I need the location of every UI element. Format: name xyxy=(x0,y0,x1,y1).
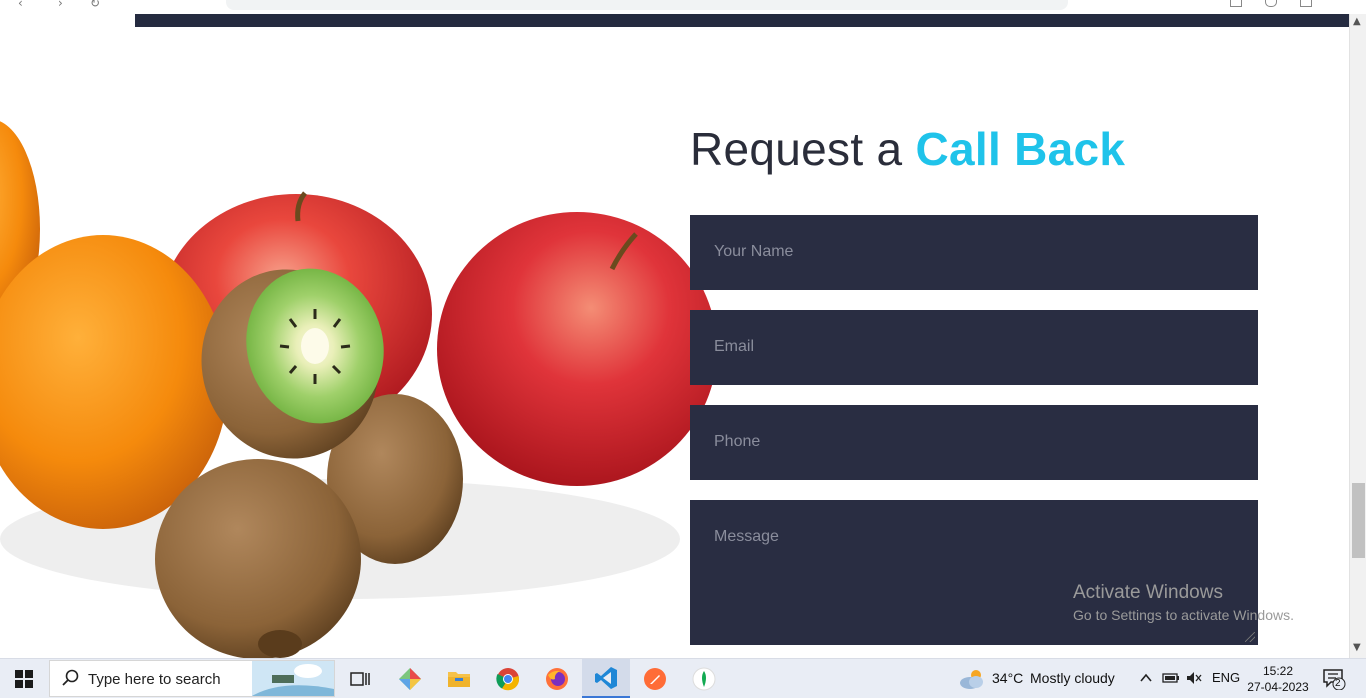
scroll-up-icon[interactable]: ▲ xyxy=(1353,16,1361,27)
file-explorer-icon xyxy=(448,671,470,687)
scrollbar-thumb[interactable] xyxy=(1352,483,1365,558)
name-placeholder: Your Name xyxy=(714,243,794,260)
task-view-icon xyxy=(350,671,370,686)
menu-icon[interactable] xyxy=(1300,0,1312,7)
notification-center-button[interactable]: 2 xyxy=(1322,668,1346,694)
battery-icon[interactable] xyxy=(1162,672,1180,684)
start-button[interactable] xyxy=(0,659,48,698)
message-textarea[interactable]: Message xyxy=(690,500,1258,645)
title-plain: Request a xyxy=(690,123,916,175)
search-highlight-icon xyxy=(252,661,334,696)
language-indicator[interactable]: ENG xyxy=(1212,670,1240,685)
notification-icon xyxy=(1323,669,1346,691)
weather-temperature[interactable]: 34°C xyxy=(992,670,1023,686)
phone-placeholder: Phone xyxy=(714,433,761,450)
clock-time: 15:22 xyxy=(1262,664,1294,678)
activate-windows-watermark: Activate Windows Go to Settings to activ… xyxy=(1073,582,1294,623)
profile-icon[interactable] xyxy=(1265,0,1277,7)
chevron-up-icon[interactable] xyxy=(1140,673,1152,683)
reload-icon[interactable]: ↻ xyxy=(90,0,100,10)
address-bar[interactable] xyxy=(226,0,1068,10)
back-icon[interactable]: ‹ xyxy=(18,0,23,10)
title-accent: Call Back xyxy=(915,123,1126,175)
vertical-scrollbar[interactable]: ▲ ▼ xyxy=(1349,14,1366,658)
clock[interactable]: 15:22 27-04-2023 xyxy=(1244,663,1312,695)
page-title: Request a Call Back xyxy=(690,122,1125,176)
phone-input[interactable]: Phone xyxy=(690,405,1258,480)
weather-cloud-icon xyxy=(960,670,983,689)
header-band xyxy=(135,14,1349,27)
taskbar-postman[interactable] xyxy=(631,659,679,698)
notification-count: 2 xyxy=(1335,678,1341,689)
watermark-subtitle: Go to Settings to activate Windows. xyxy=(1073,607,1294,623)
clock-date: 27-04-2023 xyxy=(1247,680,1309,694)
forward-icon[interactable]: › xyxy=(58,0,63,10)
search-icon xyxy=(62,669,79,686)
git-icon xyxy=(399,667,421,690)
mongodb-compass-icon xyxy=(692,667,716,690)
taskbar-chrome[interactable] xyxy=(484,659,532,698)
taskbar-search[interactable]: Type here to search xyxy=(49,660,335,697)
volume-muted-icon[interactable] xyxy=(1186,671,1202,685)
scroll-down-icon[interactable]: ▼ xyxy=(1353,642,1361,653)
email-placeholder: Email xyxy=(714,338,755,355)
name-input[interactable]: Your Name xyxy=(690,215,1258,290)
taskbar-vscode[interactable] xyxy=(582,659,630,698)
weather-description[interactable]: Mostly cloudy xyxy=(1030,670,1115,686)
resize-handle-icon[interactable] xyxy=(1245,632,1255,642)
browser-toolbar: ‹ › ↻ xyxy=(0,0,1366,15)
fruit-image xyxy=(0,121,717,658)
search-placeholder: Type here to search xyxy=(88,671,221,688)
taskbar-file-explorer[interactable] xyxy=(435,659,483,698)
page-content: Request a Call Back Your Name Email Phon… xyxy=(0,14,1349,658)
chrome-icon xyxy=(496,667,520,690)
firefox-icon xyxy=(546,667,568,690)
extension-icon[interactable] xyxy=(1230,0,1242,7)
taskbar-firefox[interactable] xyxy=(533,659,581,698)
taskbar-task-view[interactable] xyxy=(336,659,384,698)
taskbar-git[interactable] xyxy=(386,659,434,698)
message-placeholder: Message xyxy=(714,528,779,545)
taskbar-mongodb-compass[interactable] xyxy=(680,659,728,698)
taskbar: Type here to search 34°C Mostly cloudy E… xyxy=(0,658,1366,698)
windows-icon xyxy=(15,669,33,688)
postman-icon xyxy=(644,667,666,690)
watermark-title: Activate Windows xyxy=(1073,582,1223,603)
vscode-icon xyxy=(595,666,617,689)
email-input[interactable]: Email xyxy=(690,310,1258,385)
